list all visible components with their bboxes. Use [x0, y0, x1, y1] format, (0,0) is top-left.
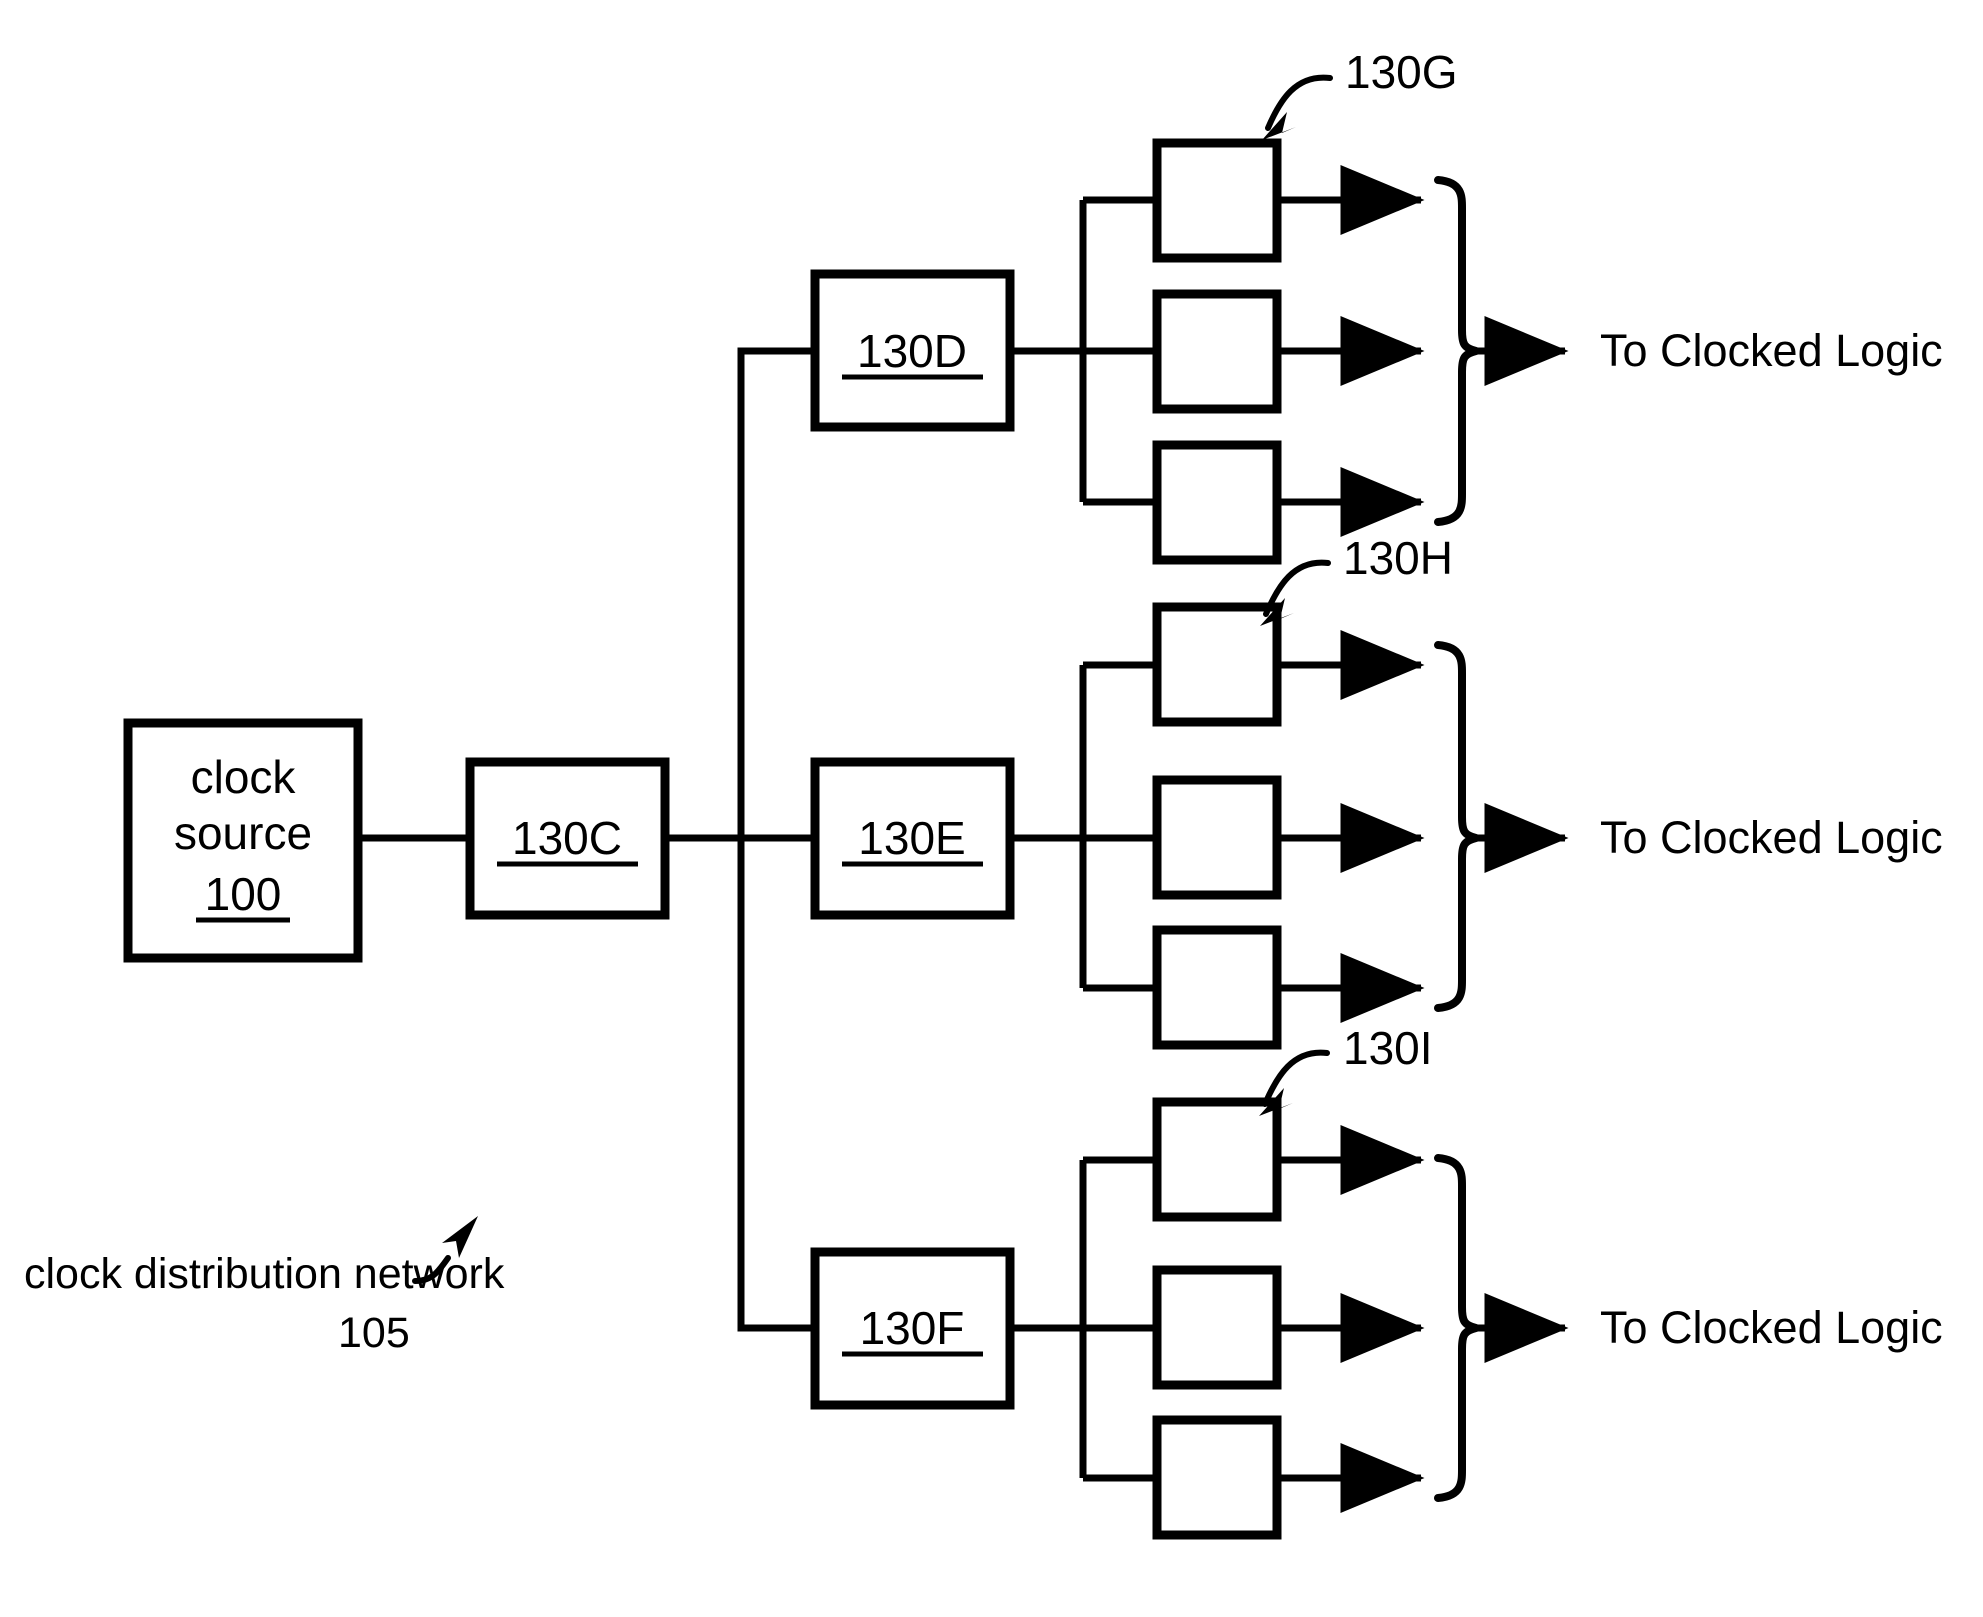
clock-source-line1: clock [191, 751, 297, 803]
reference-leader-130I [1262, 1049, 1330, 1107]
reference-leader-130G [1265, 74, 1333, 131]
leaf-buffer-g2-2[interactable] [1152, 775, 1282, 900]
reference-label-130G: 130G [1345, 46, 1458, 98]
caption-network-ref: 105 [338, 1309, 410, 1357]
reference-label-130I: 130I [1343, 1022, 1433, 1074]
patent-figure: To Clocked Logic 130G To Clocked Logic 1… [0, 0, 1983, 1617]
clock-source-line2: source [174, 807, 312, 859]
buffer-label-130E: 130E [858, 812, 965, 864]
leaf-buffer-g2-1[interactable] [1152, 602, 1282, 727]
destination-label-g1: To Clocked Logic [1600, 325, 1943, 376]
diagram-canvas: To Clocked Logic 130G To Clocked Logic 1… [24, 46, 1943, 1540]
buffer-label-130F: 130F [860, 1302, 965, 1354]
leaf-buffer-g1-1[interactable] [1152, 138, 1282, 263]
destination-label-g3: To Clocked Logic [1600, 1302, 1943, 1353]
leaf-buffer-g1-3[interactable] [1152, 440, 1282, 565]
brace-g1 [1434, 176, 1480, 526]
brace-g3 [1434, 1154, 1480, 1502]
leaf-buffer-g3-2[interactable] [1152, 1265, 1282, 1390]
leaf-buffer-g3-1[interactable] [1152, 1097, 1282, 1222]
clock-source-ref: 100 [205, 868, 282, 920]
reference-label-130H: 130H [1343, 532, 1453, 584]
buffer-label-130D: 130D [857, 325, 967, 377]
leaf-buffer-g2-3[interactable] [1152, 925, 1282, 1050]
brace-g2 [1434, 641, 1480, 1012]
leaf-buffer-g1-2[interactable] [1152, 289, 1282, 414]
leaf-buffer-g3-3[interactable] [1152, 1415, 1282, 1540]
destination-label-g2: To Clocked Logic [1600, 812, 1943, 863]
buffer-label-130C: 130C [512, 812, 622, 864]
